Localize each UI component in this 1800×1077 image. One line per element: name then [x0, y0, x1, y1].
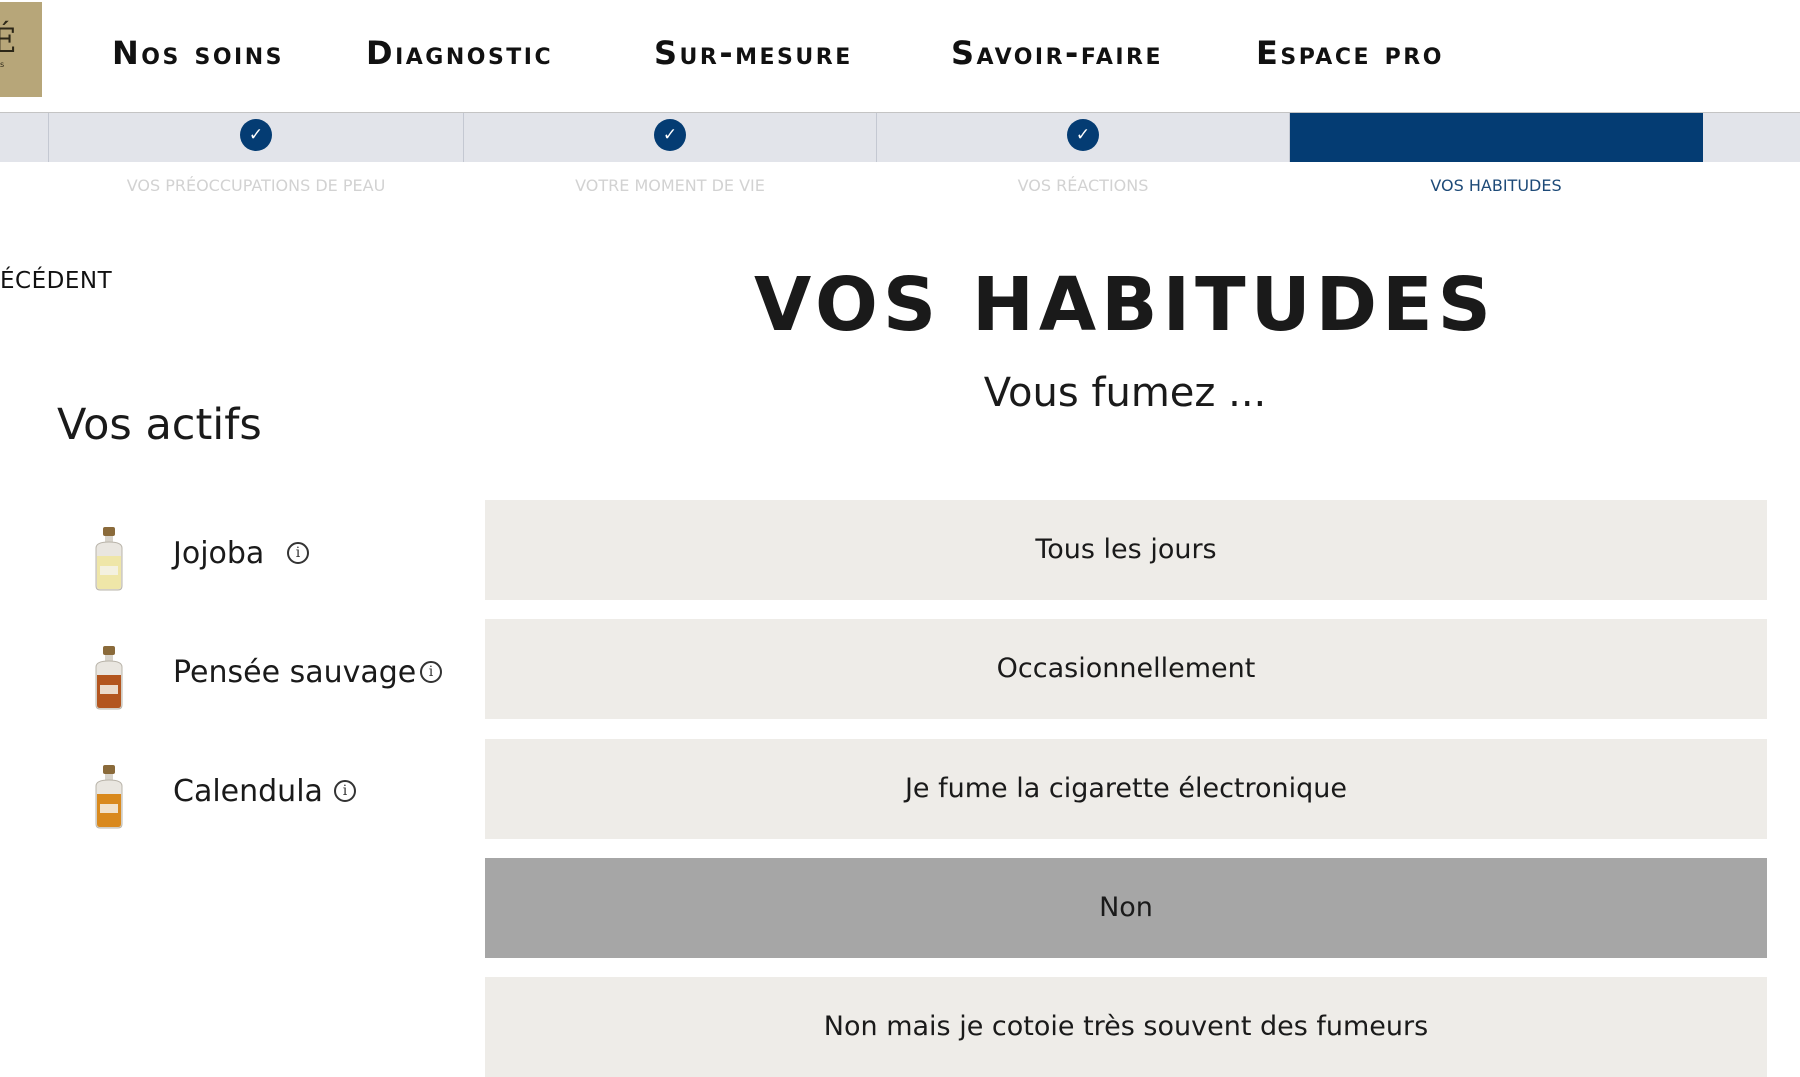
logo-sub-mark-icon: s [0, 60, 5, 69]
step-label-4: Vos habitudes [1430, 176, 1562, 195]
nav-nos-soins[interactable]: Nos soins [112, 28, 284, 78]
info-icon[interactable]: i [334, 780, 356, 802]
actif-name: Pensée sauvage [173, 655, 417, 690]
option-cotoie-fumeurs[interactable]: Non mais je cotoie très souvent des fume… [485, 977, 1767, 1077]
step-bar-2: ✓ [463, 113, 876, 162]
actifs-title: Vos actifs [57, 400, 262, 450]
actif-item-calendula: Calendula i [85, 756, 485, 836]
info-icon[interactable]: i [420, 661, 442, 683]
question-text: Vous fumez ... [983, 370, 1267, 416]
actif-name: Calendula [173, 774, 323, 809]
logo-mark-icon: É [0, 21, 17, 61]
nav-espace-pro[interactable]: Espace pro [1256, 28, 1444, 78]
option-occasionnellement[interactable]: Occasionnellement [485, 619, 1767, 719]
check-icon: ✓ [1067, 119, 1099, 151]
step-bar-3: ✓ [876, 113, 1289, 162]
option-non[interactable]: Non [485, 858, 1767, 958]
info-icon[interactable]: i [287, 542, 309, 564]
step-bar-4-active [1289, 113, 1703, 162]
actif-item-pensee-sauvage: Pensée sauvage i [85, 637, 485, 717]
nav-diagnostic[interactable]: Diagnostic [366, 28, 553, 78]
actif-name: Jojoba [173, 536, 265, 571]
bottle-icon [95, 527, 123, 591]
option-tous-les-jours[interactable]: Tous les jours [485, 500, 1767, 600]
check-icon: ✓ [654, 119, 686, 151]
bottle-icon [95, 765, 123, 829]
bottle-icon [95, 646, 123, 710]
step-label-1[interactable]: Vos préoccupations de peau [50, 176, 462, 195]
previous-link[interactable]: ÉCÉDENT [0, 268, 112, 294]
step-label-2[interactable]: Votre moment de vie [464, 176, 876, 195]
step-bar-1: ✓ [48, 113, 463, 162]
check-icon: ✓ [240, 119, 272, 151]
page-title: VOS HABITUDES [754, 262, 1496, 348]
progress-stepper: ✓ ✓ ✓ [0, 113, 1800, 162]
step-label-3[interactable]: Vos réactions [877, 176, 1289, 195]
brand-logo[interactable]: É s [0, 2, 42, 97]
option-cigarette-electronique[interactable]: Je fume la cigarette électronique [485, 739, 1767, 839]
nav-sur-mesure[interactable]: Sur-mesure [654, 28, 853, 78]
nav-savoir-faire[interactable]: Savoir-faire [951, 28, 1163, 78]
actif-item-jojoba: Jojoba i [85, 518, 485, 598]
